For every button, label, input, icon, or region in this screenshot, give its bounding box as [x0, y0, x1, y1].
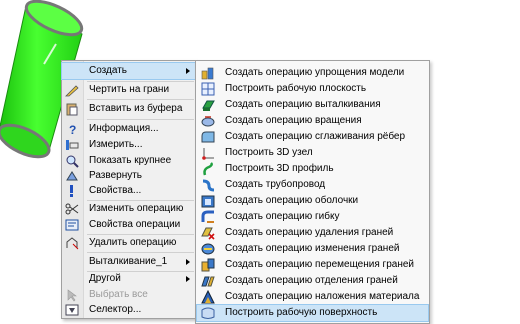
submenu-item-3d-node[interactable]: Построить 3D узел — [197, 145, 428, 161]
material-icon — [201, 290, 215, 304]
bend-icon — [201, 210, 214, 223]
node-3d-icon — [202, 148, 214, 160]
paste-icon — [66, 103, 78, 116]
submenu-arrow-icon — [186, 276, 190, 282]
submenu-item-shell[interactable]: Создать операцию оболочки — [197, 193, 428, 209]
delete-faces-icon — [201, 227, 215, 240]
menu-item-label: Создать — [89, 65, 128, 76]
profile-3d-icon — [203, 162, 213, 176]
help-icon: ? — [69, 123, 76, 136]
menu-item-select-all[interactable]: Выбрать все — [62, 287, 196, 303]
submenu-item-pipe[interactable]: Создать трубопровод — [197, 177, 428, 193]
shell-icon — [201, 195, 215, 208]
submenu-item-extrude[interactable]: Создать операцию выталкивания — [197, 97, 428, 113]
pipe-icon — [202, 179, 215, 192]
menu-item-unfold[interactable]: Развернуть — [62, 168, 196, 184]
menu-separator — [87, 119, 194, 120]
menu-item-label: Показать крупнее — [89, 155, 172, 166]
workplane-icon — [201, 82, 215, 96]
menu-item-label: Выталкивание_1 — [89, 256, 168, 267]
submenu-item-label: Создать операцию перемещения граней — [225, 259, 414, 270]
menu-item-label: Свойства операции — [89, 219, 181, 230]
submenu-item-work-surface[interactable]: Построить рабочую поверхность — [196, 304, 429, 322]
fillet-icon — [201, 131, 215, 143]
work-surface-icon — [201, 307, 215, 319]
rotate-icon — [201, 116, 215, 127]
submenu-arrow-icon — [186, 68, 190, 74]
operation-properties-icon — [65, 219, 79, 231]
menu-item-create[interactable]: Создать — [61, 62, 197, 80]
submenu-item-modify-faces[interactable]: Создать операцию изменения граней — [197, 241, 428, 257]
menu-item-draw-on-face[interactable]: Чертить на грани — [62, 82, 196, 98]
pencil-icon — [65, 85, 79, 97]
menu-item-label: Селектор... — [89, 304, 142, 315]
submenu-item-label: Создать операцию удаления граней — [225, 227, 394, 238]
submenu-item-simplify[interactable]: Создать операцию упрощения модели — [197, 65, 428, 81]
menu-item-label: Удалить операцию — [89, 237, 177, 248]
submenu-item-delete-faces[interactable]: Создать операцию удаления граней — [197, 225, 428, 241]
move-faces-icon — [201, 258, 215, 272]
menu-item-measure[interactable]: Измерить... — [62, 137, 196, 153]
extrude-icon — [202, 100, 215, 111]
unfold-icon — [66, 171, 78, 181]
menu-item-paste[interactable]: Вставить из буфера — [62, 101, 196, 117]
menu-item-label: Другой — [89, 273, 121, 284]
submenu-item-label: Построить 3D узел — [225, 147, 313, 158]
menu-item-label: Чертить на грани — [89, 84, 170, 95]
scissors-icon — [65, 203, 79, 215]
submenu-item-label: Создать операцию упрощения модели — [225, 67, 405, 78]
modify-faces-icon — [201, 243, 215, 255]
svg-text:?: ? — [69, 123, 76, 136]
separate-faces-icon — [201, 276, 215, 287]
submenu-item-label: Создать операцию отделения граней — [225, 275, 398, 286]
submenu-item-label: Построить рабочую поверхность — [225, 307, 378, 318]
context-menu: Создать Чертить на грани Вставить из буф… — [61, 60, 197, 319]
submenu-arrow-icon — [186, 259, 190, 265]
submenu-item-label: Создать трубопровод — [225, 179, 326, 190]
submenu-item-workplane[interactable]: Построить рабочую плоскость — [197, 81, 428, 97]
selector-icon — [65, 304, 79, 316]
menu-item-info[interactable]: ? Информация... — [62, 121, 196, 137]
submenu-item-label: Создать операцию вращения — [225, 115, 362, 126]
measure-icon — [66, 140, 79, 150]
menu-item-label: Измерить... — [89, 139, 143, 150]
properties-icon — [70, 185, 73, 197]
zoom-in-icon — [66, 155, 79, 168]
menu-item-label: Выбрать все — [89, 289, 148, 300]
submenu-item-label: Создать операцию сглаживания рёбер — [225, 131, 406, 142]
delete-operation-icon — [66, 237, 79, 250]
menu-item-extrusion-1[interactable]: Выталкивание_1 — [62, 254, 196, 270]
menu-item-label: Развернуть — [89, 170, 143, 181]
menu-item-properties[interactable]: Свойства... — [62, 183, 196, 199]
submenu-item-bend[interactable]: Создать операцию гибку — [197, 209, 428, 225]
simplify-icon — [201, 67, 214, 80]
submenu-item-label: Создать операцию изменения граней — [225, 243, 400, 254]
submenu-item-label: Создать операцию оболочки — [225, 195, 359, 206]
submenu-item-label: Создать операцию выталкивания — [225, 99, 381, 110]
menu-item-label: Свойства... — [89, 185, 142, 196]
menu-item-zoom[interactable]: Показать крупнее — [62, 153, 196, 169]
menu-separator — [87, 252, 194, 253]
select-all-icon — [67, 289, 77, 302]
submenu-item-material[interactable]: Создать операцию наложения материала — [197, 289, 428, 305]
menu-item-label: Вставить из буфера — [89, 103, 183, 114]
menu-item-label: Изменить операцию — [89, 203, 184, 214]
menu-item-delete-operation[interactable]: Удалить операцию — [62, 235, 196, 251]
submenu-item-rotate[interactable]: Создать операцию вращения — [197, 113, 428, 129]
menu-item-label: Информация... — [89, 123, 159, 134]
submenu-item-move-faces[interactable]: Создать операцию перемещения граней — [197, 257, 428, 273]
submenu-item-label: Создать операцию наложения материала — [225, 291, 420, 302]
menu-item-edit-operation[interactable]: Изменить операцию — [62, 201, 196, 217]
menu-item-selector[interactable]: Селектор... — [62, 302, 196, 318]
create-submenu: Создать операцию упрощения модели Постро… — [195, 60, 430, 324]
submenu-item-label: Построить рабочую плоскость — [225, 83, 367, 94]
menu-separator — [87, 99, 194, 100]
submenu-item-label: Создать операцию гибку — [225, 211, 340, 222]
menu-item-other[interactable]: Другой — [62, 271, 196, 287]
menu-item-operation-properties[interactable]: Свойства операции — [62, 217, 196, 233]
submenu-item-label: Построить 3D профиль — [225, 163, 334, 174]
submenu-item-separate-faces[interactable]: Создать операцию отделения граней — [197, 273, 428, 289]
submenu-item-fillet[interactable]: Создать операцию сглаживания рёбер — [197, 129, 428, 145]
submenu-item-3d-profile[interactable]: Построить 3D профиль — [197, 161, 428, 177]
